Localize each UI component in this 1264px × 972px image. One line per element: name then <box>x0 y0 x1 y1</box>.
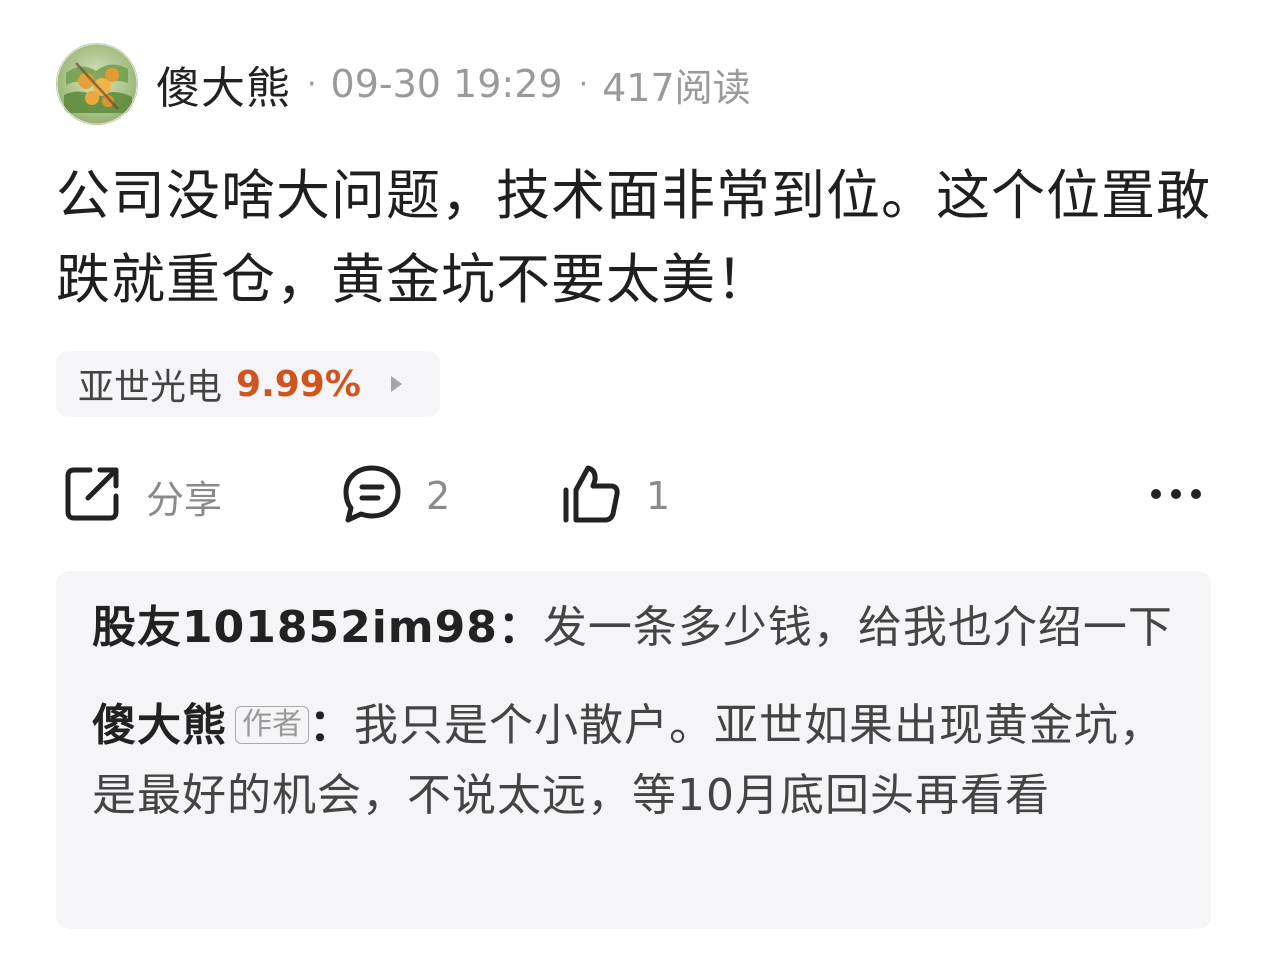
like-count: 1 <box>646 474 671 518</box>
author-badge: 作者 <box>235 706 309 744</box>
more-icon <box>1146 484 1206 508</box>
post-header: 傻大熊 · 09-30 19:29 · 417阅读 <box>56 42 751 126</box>
share-icon <box>60 462 124 530</box>
comment-text: 发一条多少钱，给我也介绍一下 <box>542 602 1173 653</box>
comment-colon: ： <box>309 700 354 751</box>
post-date: 09-30 19:29 <box>330 62 563 106</box>
comment-icon <box>340 462 404 530</box>
meta-separator: · <box>578 66 589 102</box>
author-name[interactable]: 傻大熊 <box>156 52 291 116</box>
stock-tag[interactable]: 亚世光电 9.99% <box>56 351 440 417</box>
post-content[interactable]: 公司没啥大问题，技术面非常到位。这个位置敢跌就重仓，黄金坑不要太美！ <box>56 154 1216 322</box>
share-button[interactable]: 分享 <box>60 456 222 536</box>
meta-separator: · <box>307 66 317 102</box>
comment-item[interactable]: 股友101852im98：发一条多少钱，给我也介绍一下 <box>92 593 1177 663</box>
comment-count: 2 <box>426 474 451 518</box>
like-button[interactable]: 1 <box>560 456 670 536</box>
comment-button[interactable]: 2 <box>340 456 450 536</box>
more-button[interactable] <box>1146 456 1206 536</box>
comment-user[interactable]: 股友101852im98 <box>92 602 498 653</box>
comment-item[interactable]: 傻大熊 作者 ：我只是个小散户。亚世如果出现黄金坑，是最好的机会，不说太远，等10月… <box>92 691 1177 831</box>
comment-user[interactable]: 傻大熊 <box>92 700 227 751</box>
read-count: 417阅读 <box>602 65 751 110</box>
share-label: 分享 <box>146 477 223 522</box>
thumbs-up-icon <box>560 462 624 530</box>
chevron-right-icon <box>390 376 402 392</box>
comment-colon: ： <box>497 602 543 653</box>
action-bar: 分享 2 1 <box>56 456 1206 536</box>
stock-change: 9.99% <box>236 363 361 405</box>
stock-name: 亚世光电 <box>78 367 223 408</box>
comment-preview[interactable]: 股友101852im98：发一条多少钱，给我也介绍一下 傻大熊 作者 ：我只是个小散… <box>56 571 1211 929</box>
post-card: 傻大熊 · 09-30 19:29 · 417阅读 公司没啥大问题，技术面非常到… <box>0 0 1264 972</box>
avatar[interactable] <box>56 43 138 125</box>
